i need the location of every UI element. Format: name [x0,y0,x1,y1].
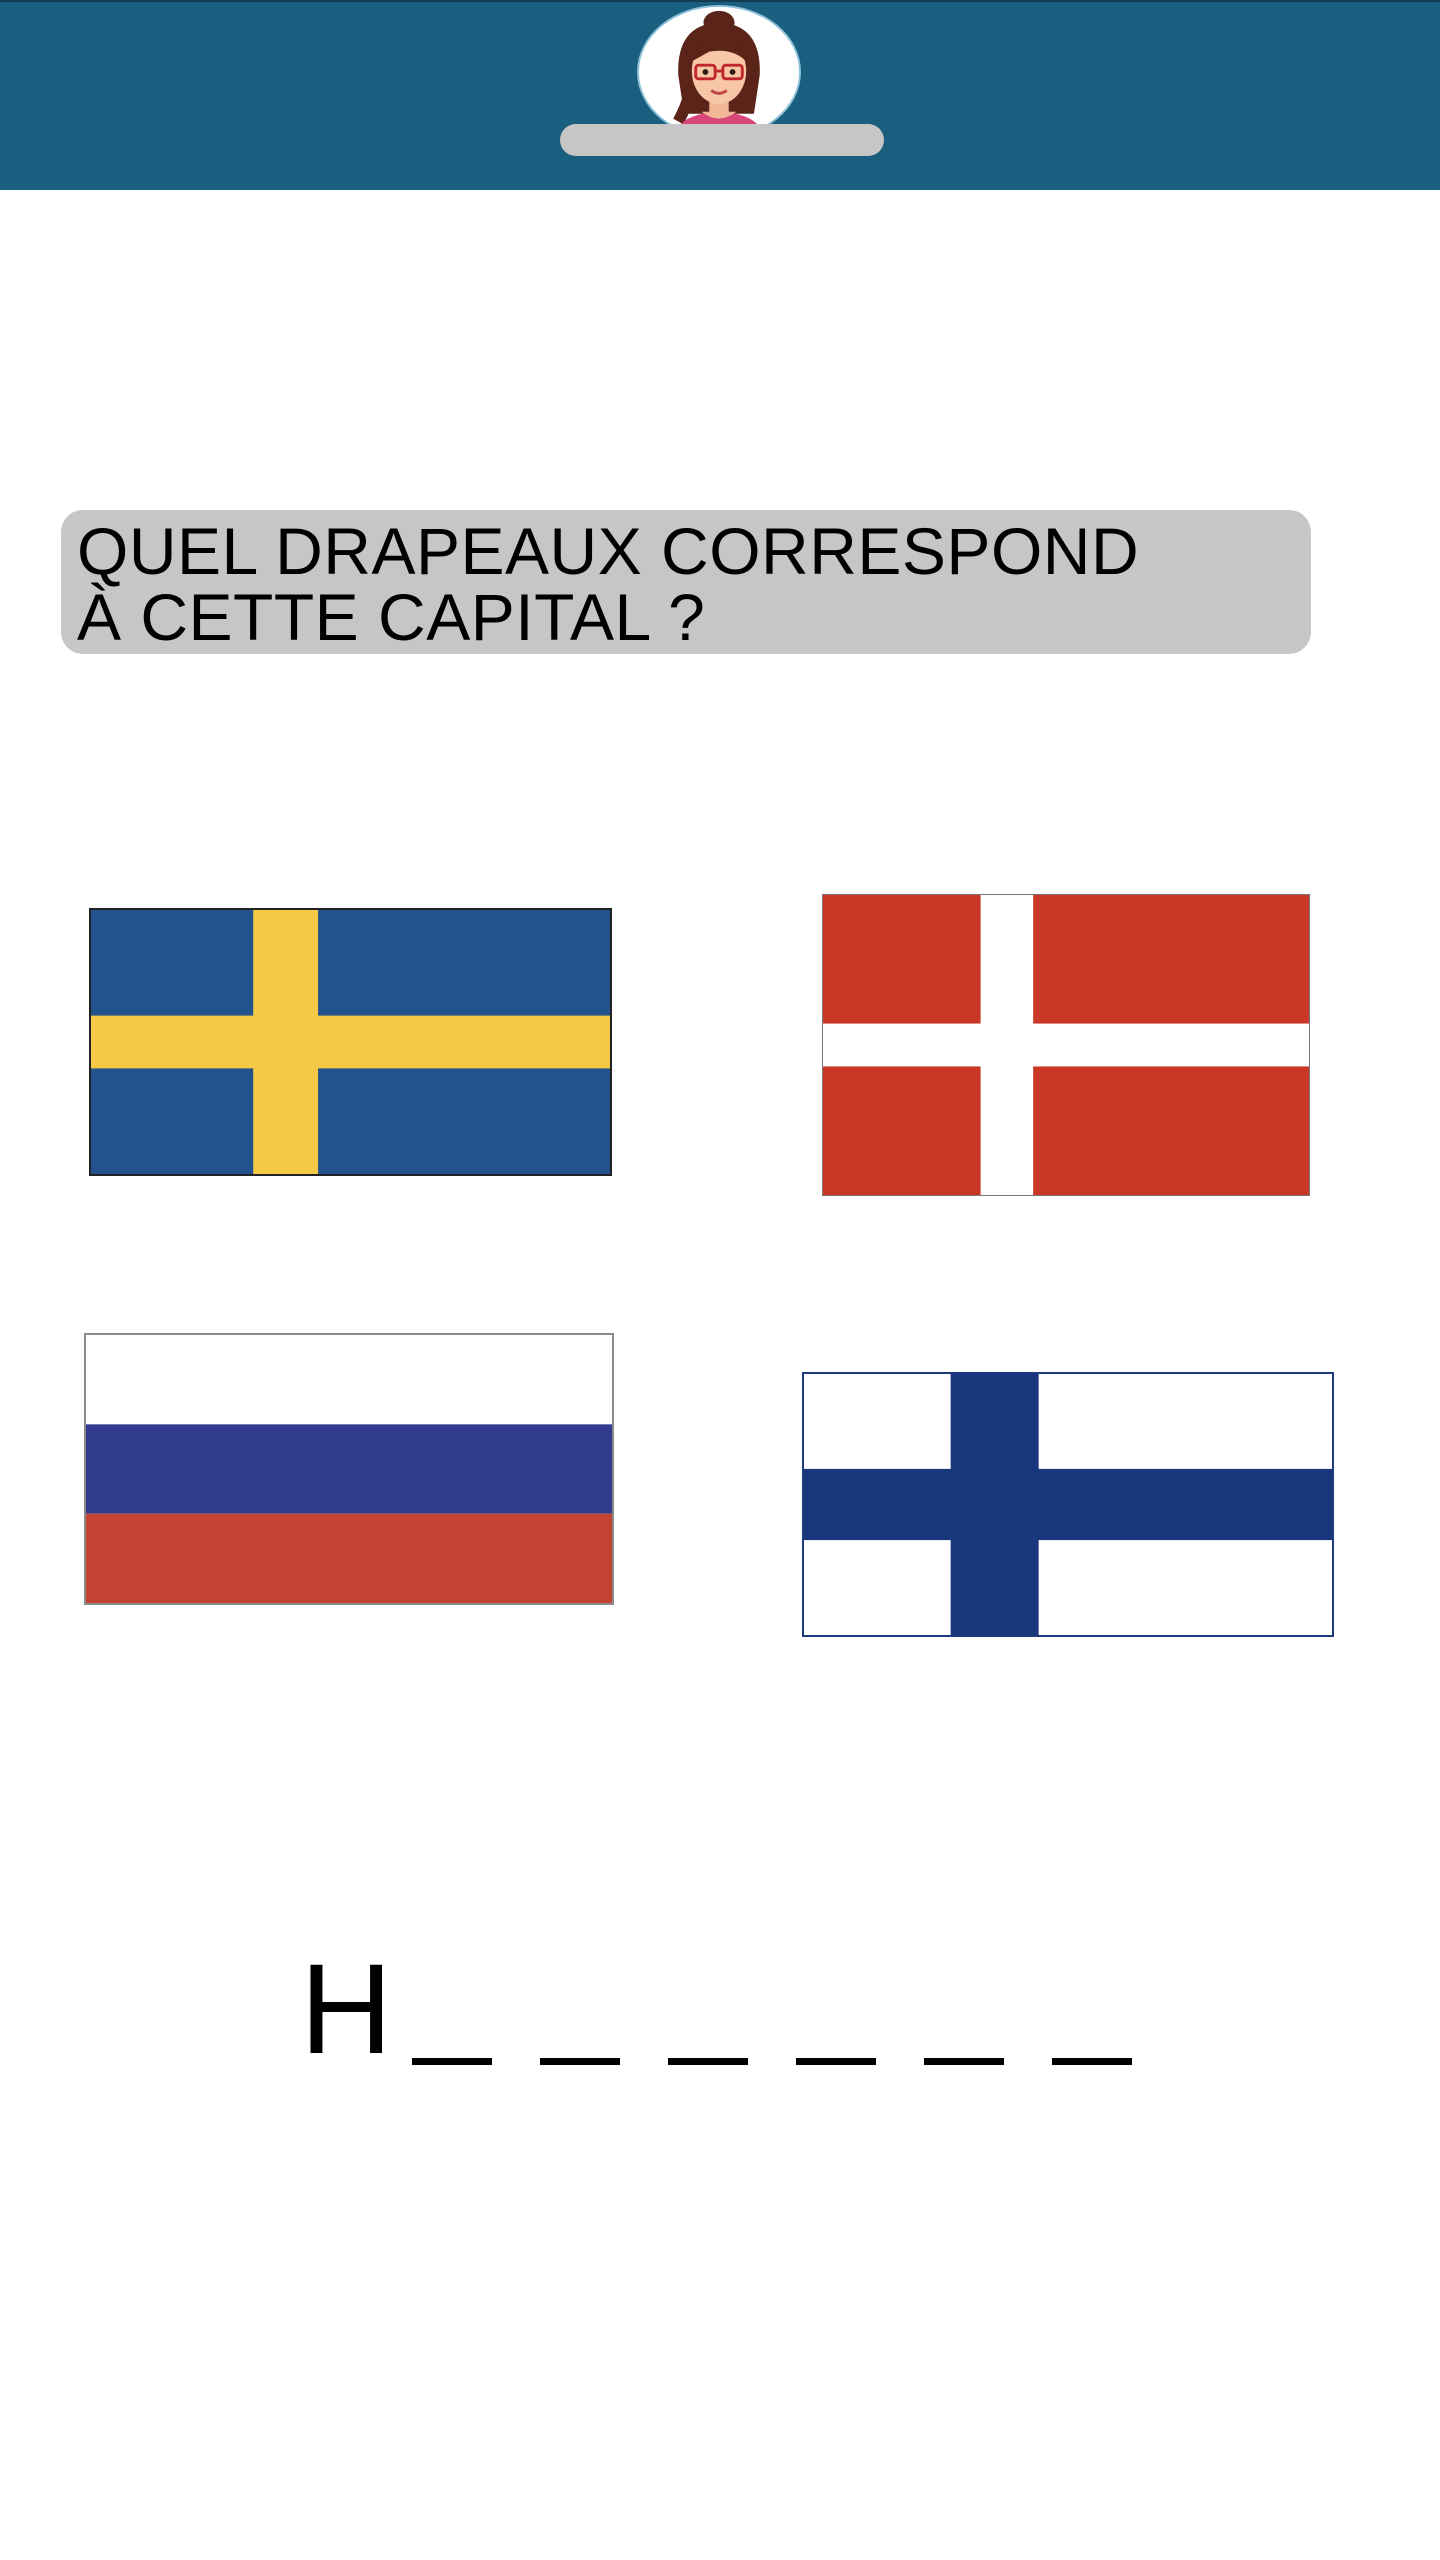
question-prompt: QUEL DRAPEAUX CORRESPOND À CETTE CAPITAL… [61,510,1311,654]
blank-slot [540,2058,620,2065]
blank-slot [924,2058,1004,2065]
option-sweden-flag[interactable] [89,908,612,1176]
question-line-2: À CETTE CAPITAL ? [77,580,706,654]
sweden-flag-icon [91,910,610,1174]
answer-letter-slots[interactable]: H [300,1925,1180,2095]
option-russia-flag[interactable] [84,1333,614,1605]
question-line-1: QUEL DRAPEAUX CORRESPOND [77,514,1140,588]
answer-first-letter: H [300,1938,393,2081]
option-denmark-flag[interactable] [822,894,1310,1196]
blank-slot [412,2058,492,2065]
avatar[interactable] [637,5,801,139]
finland-flag-icon [804,1374,1332,1635]
blank-slot [668,2058,748,2065]
option-finland-flag[interactable] [802,1372,1334,1637]
blank-slot [1052,2058,1132,2065]
avatar-name-bar [560,124,884,156]
russia-flag-icon [86,1335,612,1603]
denmark-flag-icon [823,895,1309,1195]
top-header [0,0,1440,190]
blank-slot [796,2058,876,2065]
woman-with-glasses-avatar-icon [639,7,799,137]
